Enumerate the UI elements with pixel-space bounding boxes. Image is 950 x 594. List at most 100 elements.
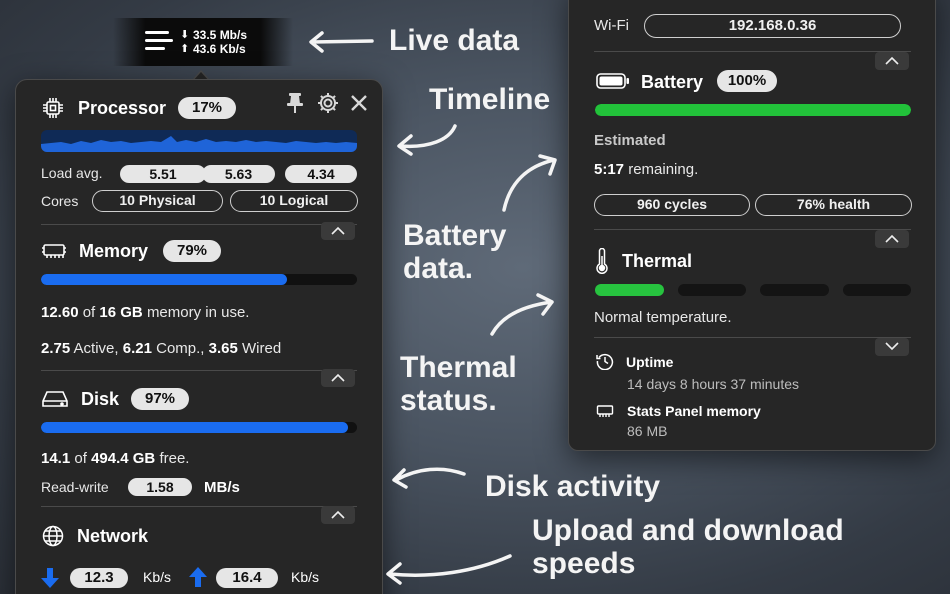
arrow-disk-activity [388,464,470,494]
memory-chip-icon [596,404,614,418]
battery-icon [596,73,630,89]
stats-memory-value: 86 MB [627,423,668,439]
memory-usage-bar [41,274,357,285]
battery-level-fill [595,104,911,116]
read-write-unit: MB/s [204,479,240,496]
disk-title: Disk [81,389,120,409]
menubar-down-arrow-icon: ⬇ [180,29,190,41]
annotation-speeds-line1: Upload and download [532,514,844,547]
memory-title: Memory [79,241,149,261]
globe-icon [42,525,64,547]
separator [594,229,911,230]
memory-wired: 3.65 [208,340,238,357]
menubar-widget[interactable]: ⬇ 33.5 Mb/s ⬆ 43.6 Kb/s [113,18,293,66]
battery-health: 76% health [755,194,912,216]
wifi-ip-address: 192.168.0.36 [644,14,901,38]
upload-arrow-icon [188,566,208,588]
processor-icon [42,97,64,119]
load-avg-15: 4.34 [285,165,357,183]
expand-thermal-button[interactable] [875,338,909,356]
memory-comp: 6.21 [122,340,152,357]
physical-cores: 10 Physical [92,190,223,212]
arrow-battery [498,152,562,214]
memory-used: 12.60 [41,304,79,321]
separator [41,506,357,507]
disk-of: of [74,450,87,467]
network-download-value: 12.3 [70,568,128,588]
read-write-label: Read-write [41,479,109,495]
read-write-value: 1.58 [128,478,192,496]
stats-panel-right: Wi-Fi 192.168.0.36 Battery 100% Estimate… [568,0,936,451]
memory-of: of [82,304,96,321]
battery-level-bar [595,104,911,116]
thermal-level-segment [842,284,911,296]
annotation-live-data: Live data [389,24,520,57]
separator [41,224,357,225]
uptime-value: 14 days 8 hours 37 minutes [627,376,799,392]
close-icon[interactable] [349,93,369,113]
collapse-memory-button[interactable] [321,369,355,387]
download-arrow-icon [40,567,60,589]
annotation-battery-line1: Battery [403,219,507,252]
battery-remaining-line: 5:17 remaining. [594,161,698,178]
thermometer-icon [595,248,609,274]
network-title: Network [77,526,149,546]
disk-icon [42,389,68,409]
annotation-timeline: Timeline [429,83,551,116]
memory-icon [42,242,66,260]
load-avg-1: 5.51 [120,165,206,183]
annotation-thermal-line2: status. [400,384,497,417]
wifi-label: Wi-Fi [594,17,629,34]
battery-title: Battery [641,72,704,92]
annotation-thermal-line1: Thermal [400,351,517,384]
arrow-speeds [382,550,516,586]
disk-free-line: 14.1 of 494.4 GB free. [41,450,189,467]
memory-active: 2.75 [41,340,71,357]
memory-usage-line: 12.60 of 16 GB memory in use. [41,304,249,321]
thermal-title: Thermal [622,251,693,271]
collapse-network-button[interactable] [875,52,909,70]
thermal-level-bars [595,284,911,296]
stats-memory-title: Stats Panel memory [627,403,761,419]
memory-active-label: Active, [73,340,119,357]
annotation-disk-activity: Disk activity [485,470,661,503]
cores-label: Cores [41,193,79,209]
load-avg-label: Load avg. [41,165,103,181]
separator [594,51,911,52]
menubar-upload-speed: 43.6 Kb/s [193,42,246,56]
logical-cores: 10 Logical [230,190,358,212]
menubar-up-arrow-icon: ⬆ [180,43,190,55]
load-avg-5: 5.63 [202,165,275,183]
memory-usage-fill [41,274,288,285]
network-download-unit: Kb/s [143,569,172,585]
separator [594,337,911,338]
separator [41,370,357,371]
disk-total: 494.4 GB [91,450,156,467]
arrow-thermal [486,292,560,340]
uptime-title: Uptime [626,354,674,370]
memory-total: 16 GB [99,304,143,321]
network-upload-value: 16.4 [216,568,278,588]
collapse-battery-button[interactable] [875,230,909,248]
memory-breakdown-line: 2.75 Active, 6.21 Comp., 3.65 Wired [41,340,281,357]
thermal-level-segment [677,284,746,296]
pin-icon[interactable] [285,92,305,114]
memory-in-use-label: memory in use. [146,304,250,321]
collapse-disk-button[interactable] [321,506,355,524]
disk-free: 14.1 [41,450,71,467]
battery-remaining-label: remaining. [628,161,699,178]
battery-cycles: 960 cycles [594,194,750,216]
gear-icon[interactable] [316,91,340,115]
disk-percent-badge: 97% [131,388,189,410]
processor-percent-badge: 17% [178,97,236,119]
uptime-clock-icon [596,352,614,370]
memory-comp-label: Comp., [156,340,205,357]
disk-free-label: free. [159,450,190,467]
thermal-level-segment [760,284,829,296]
disk-usage-fill [41,422,348,433]
stats-panel-left: Processor 17% Load avg. 5.51 5.63 4.34 C… [15,79,383,594]
arrow-timeline [393,122,463,158]
annotation-speeds-line2: speeds [532,547,636,580]
collapse-processor-button[interactable] [321,222,355,240]
memory-percent-badge: 79% [163,240,221,262]
